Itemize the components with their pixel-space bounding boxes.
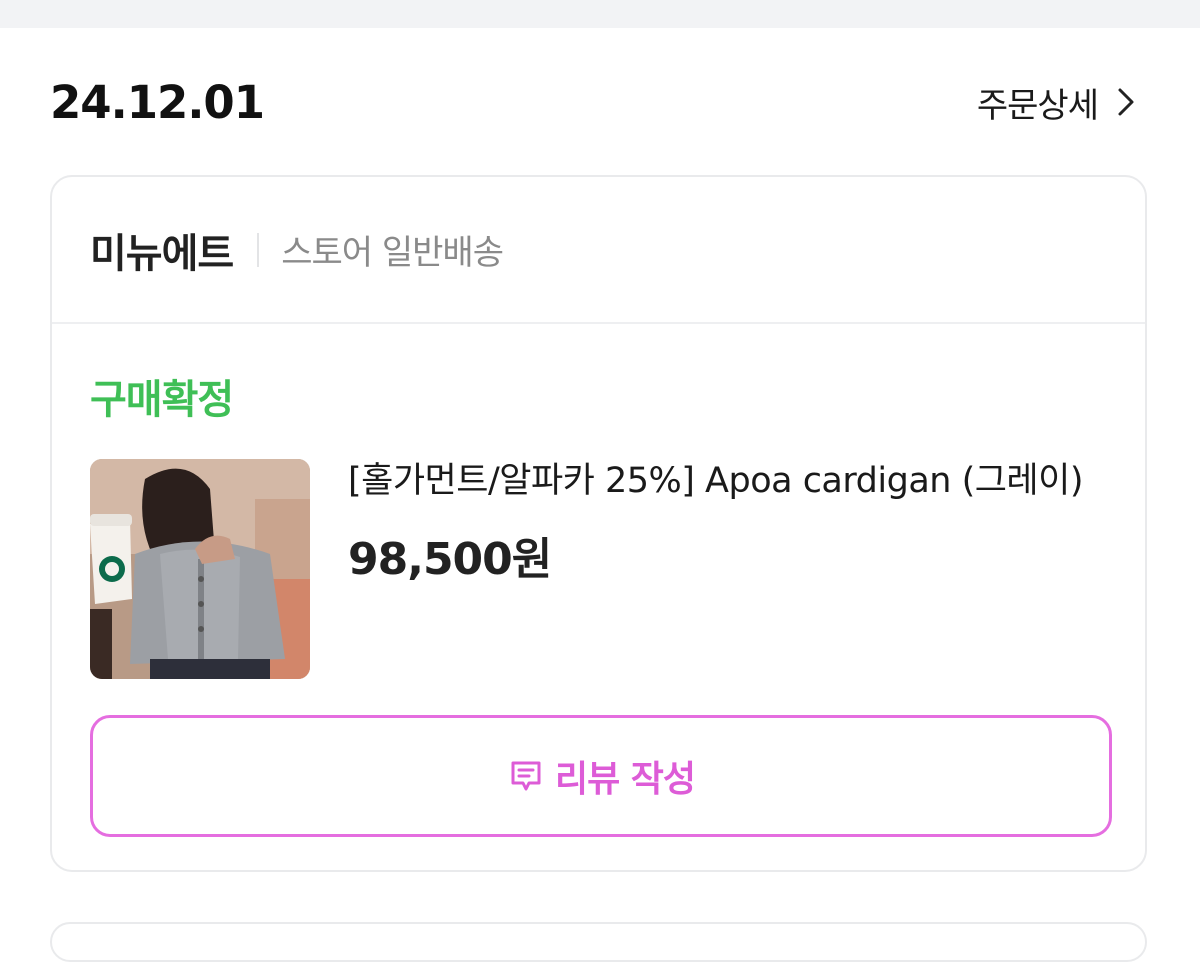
review-chat-icon bbox=[511, 761, 541, 791]
top-strip bbox=[0, 0, 1200, 28]
next-order-card bbox=[50, 922, 1147, 962]
product-info: [홀가먼트/알파카 25%] Apoa cardigan (그레이) 98,50… bbox=[348, 457, 1108, 587]
order-status: 구매확정 bbox=[90, 377, 234, 423]
order-date: 24.12.01 bbox=[50, 75, 265, 129]
store-name[interactable]: 미뉴에트 bbox=[90, 221, 234, 279]
product-name[interactable]: [홀가먼트/알파카 25%] Apoa cardigan (그레이) bbox=[348, 457, 1108, 505]
product-thumbnail[interactable] bbox=[90, 459, 310, 679]
chevron-right-icon bbox=[1118, 88, 1134, 116]
order-detail-link[interactable]: 주문상세 bbox=[977, 78, 1140, 127]
header-divider bbox=[257, 232, 260, 267]
product-price: 98,500원 bbox=[348, 534, 552, 585]
order-detail-label: 주문상세 bbox=[976, 85, 1099, 126]
shipping-type: 스토어 일반배송 bbox=[281, 233, 504, 273]
order-header: 24.12.01 주문상세 bbox=[50, 70, 1140, 134]
write-review-button[interactable]: 리뷰 작성 bbox=[90, 715, 1112, 837]
order-card: 미뉴에트 스토어 일반배송 구매확정 [홀가먼트/알파카 25%] Apoa c… bbox=[50, 175, 1147, 872]
write-review-label: 리뷰 작성 bbox=[554, 759, 696, 800]
store-header: 미뉴에트 스토어 일반배송 bbox=[52, 177, 1145, 324]
product-photo bbox=[90, 459, 310, 679]
